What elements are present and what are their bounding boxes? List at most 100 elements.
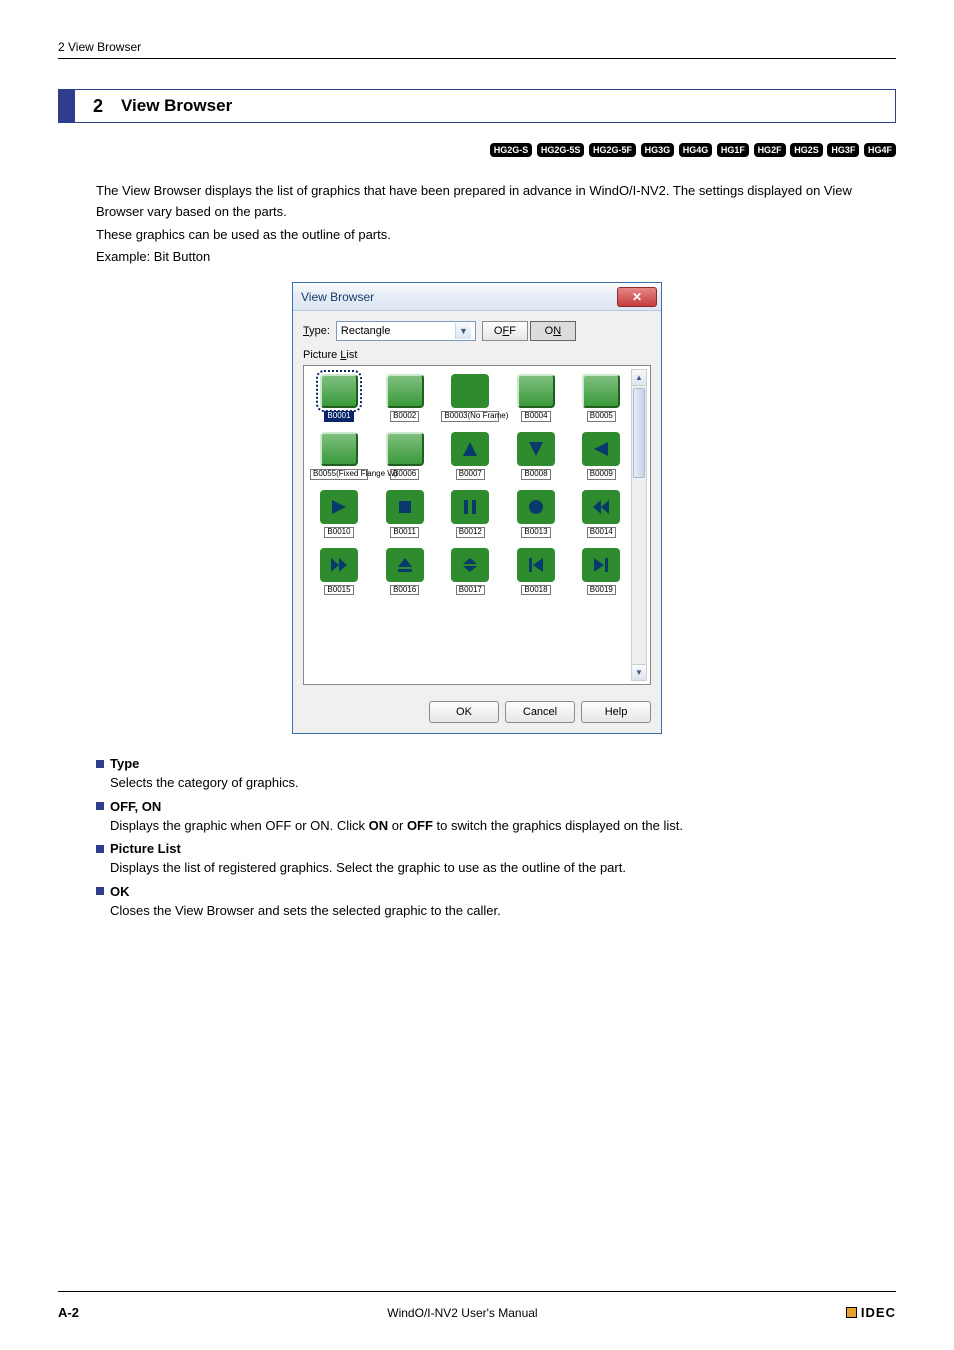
picture-label: B0006	[390, 469, 419, 480]
picture-item[interactable]: B0013	[507, 490, 564, 538]
view-browser-dialog: View Browser ✕ Type: Rectangle ▼ OFF ON	[292, 282, 662, 734]
picture-item[interactable]: B0011	[376, 490, 433, 538]
picture-thumb-blank-icon	[517, 374, 555, 408]
picture-item[interactable]: B0002	[376, 374, 433, 422]
picture-thumb-tri-down-icon	[517, 432, 555, 466]
picture-thumb-blank-icon	[386, 374, 424, 408]
dialog-title: View Browser	[301, 290, 374, 304]
picture-item[interactable]: B0018	[507, 548, 564, 596]
model-badge: HG2G-5F	[589, 143, 636, 157]
picture-thumb-blank-icon	[451, 374, 489, 408]
dialog-titlebar[interactable]: View Browser ✕	[293, 283, 661, 311]
cancel-button[interactable]: Cancel	[505, 701, 575, 723]
picture-list-panel: B0001 B0002 B0003(No Frame) B0004 B0005 B0055…	[303, 365, 651, 685]
picture-item[interactable]: B0015	[310, 548, 368, 596]
picture-label: B0015	[324, 585, 353, 596]
picture-thumb-skip-prev-icon	[517, 548, 555, 582]
picture-label: B0010	[324, 527, 353, 538]
picture-item[interactable]: B0019	[573, 548, 630, 596]
picture-item[interactable]: B0012	[441, 490, 499, 538]
picture-item[interactable]: B0010	[310, 490, 368, 538]
help-button[interactable]: Help	[581, 701, 651, 723]
type-label: Type:	[303, 325, 330, 337]
model-badge-row: HG2G-S HG2G-5S HG2G-5F HG3G HG4G HG1F HG…	[58, 141, 896, 157]
model-badge: HG3F	[827, 143, 859, 157]
picture-item[interactable]: B0016	[376, 548, 433, 596]
picture-item[interactable]: B0017	[441, 548, 499, 596]
desc-title: Type	[110, 756, 139, 771]
picture-label: B0013	[521, 527, 550, 538]
picture-item[interactable]: B0003(No Frame)	[441, 374, 499, 422]
picture-item[interactable]: B0001	[310, 374, 368, 422]
scroll-up-icon[interactable]: ▲	[632, 370, 646, 386]
bullet-icon	[96, 887, 104, 895]
picture-thumb-tri-left-icon	[582, 432, 620, 466]
model-badge: HG4F	[864, 143, 896, 157]
model-badge: HG1F	[717, 143, 749, 157]
section-number: 2	[75, 90, 121, 122]
model-badge: HG2S	[790, 143, 823, 157]
picture-list-label: Picture List	[303, 349, 651, 361]
picture-thumb-tri-up-icon	[451, 432, 489, 466]
picture-thumb-pause-icon	[451, 490, 489, 524]
desc-body: Displays the graphic when OFF or ON. Cli…	[110, 816, 896, 836]
picture-thumb-blank-icon	[582, 374, 620, 408]
picture-item[interactable]: B0014	[573, 490, 630, 538]
type-select[interactable]: Rectangle ▼	[336, 321, 476, 341]
picture-label: B0011	[390, 527, 419, 538]
model-badge: HG2F	[754, 143, 786, 157]
brand-logo: IDEC	[846, 1305, 896, 1320]
brand-text: IDEC	[861, 1305, 896, 1320]
picture-label: B0019	[587, 585, 616, 596]
on-tab-button[interactable]: ON	[530, 321, 576, 341]
picture-thumb-rewind-icon	[582, 490, 620, 524]
ok-button[interactable]: OK	[429, 701, 499, 723]
section-title-accent	[59, 90, 75, 122]
section-title-text: View Browser	[121, 90, 232, 122]
picture-item[interactable]: B0005	[573, 374, 630, 422]
picture-label: B0001	[324, 411, 353, 422]
scroll-thumb[interactable]	[633, 388, 645, 478]
desc-title: Picture List	[110, 841, 181, 856]
scrollbar[interactable]: ▲ ▼	[631, 369, 647, 681]
picture-label: B0003(No Frame)	[441, 411, 499, 422]
picture-thumb-blank-icon	[386, 432, 424, 466]
picture-thumb-tri-right-icon	[320, 490, 358, 524]
picture-item[interactable]: B0004	[507, 374, 564, 422]
bullet-icon	[96, 760, 104, 768]
desc-body: Displays the list of registered graphics…	[110, 858, 896, 878]
picture-thumb-circle-icon	[517, 490, 555, 524]
picture-thumb-square-icon	[386, 490, 424, 524]
picture-item[interactable]: B0007	[441, 432, 499, 480]
footer-rule	[58, 1291, 896, 1292]
model-badge: HG3G	[641, 143, 675, 157]
picture-thumb-dbl-bar-icon	[451, 548, 489, 582]
scroll-down-icon[interactable]: ▼	[632, 664, 646, 680]
close-button[interactable]: ✕	[617, 287, 657, 307]
picture-label: B0004	[521, 411, 550, 422]
picture-thumb-blank-icon	[320, 374, 358, 408]
intro-paragraph-2: These graphics can be used as the outlin…	[96, 225, 896, 246]
picture-item[interactable]: B0006	[376, 432, 433, 480]
manual-title: WindO/I-NV2 User's Manual	[387, 1306, 537, 1320]
picture-item[interactable]: B0008	[507, 432, 564, 480]
type-select-value: Rectangle	[341, 325, 391, 337]
close-icon: ✕	[632, 290, 642, 304]
desc-off-on: OFF, ON Displays the graphic when OFF or…	[96, 799, 896, 836]
bullet-icon	[96, 802, 104, 810]
picture-thumb-blank-icon	[320, 432, 358, 466]
picture-item[interactable]: B0009	[573, 432, 630, 480]
chevron-down-icon: ▼	[455, 323, 471, 339]
model-badge: HG2G-5S	[537, 143, 585, 157]
picture-thumb-skip-next-icon	[582, 548, 620, 582]
off-tab-button[interactable]: OFF	[482, 321, 528, 341]
desc-picture-list: Picture List Displays the list of regist…	[96, 841, 896, 878]
header-rule	[58, 58, 896, 59]
page-breadcrumb: 2 View Browser	[58, 40, 896, 54]
logo-square-icon	[846, 1307, 857, 1318]
picture-label: B0008	[521, 469, 550, 480]
picture-label: B0016	[390, 585, 419, 596]
picture-label: B0014	[587, 527, 616, 538]
picture-item[interactable]: B0055(Fixed Flange W)	[310, 432, 368, 480]
desc-body: Selects the category of graphics.	[110, 773, 896, 793]
